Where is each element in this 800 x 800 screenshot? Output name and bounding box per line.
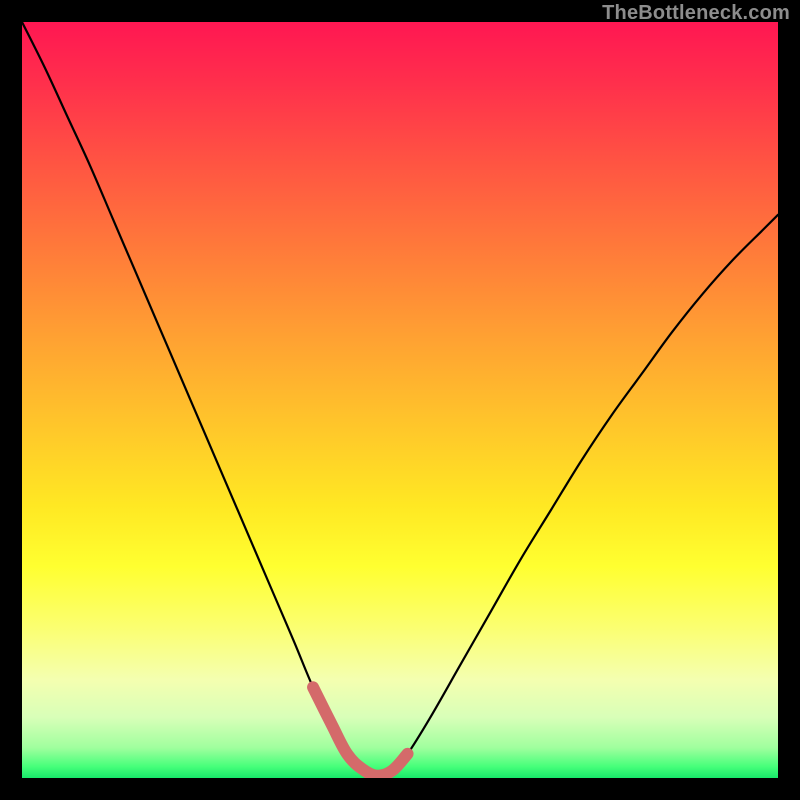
- plot-area: [22, 22, 778, 778]
- curve-layer: [22, 22, 778, 778]
- chart-stage: TheBottleneck.com: [0, 0, 800, 800]
- watermark-text: TheBottleneck.com: [602, 2, 790, 25]
- bottleneck-curve-highlight: [313, 687, 408, 775]
- bottleneck-curve-line: [22, 22, 778, 776]
